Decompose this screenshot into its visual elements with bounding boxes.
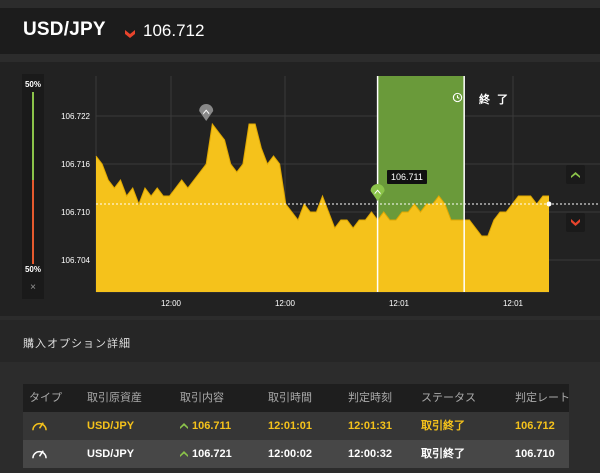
put-button[interactable] [566,213,585,232]
table-header: タイプ 取引原資産 取引内容 取引時間 判定時刻 ステータス 判定レート [23,384,570,412]
speedometer-icon [32,450,47,459]
clock-icon [452,92,463,103]
x-tick-label: 12:01 [503,299,524,308]
current-price-dot [546,201,552,207]
section-header: 購入オプション詳細 [0,320,600,362]
chevron-down-icon [125,30,135,38]
y-tick-label: 106.716 [61,160,90,169]
trading-page: USD/JPY 106.712 50% 50% × 106.722 106.716… [0,0,600,473]
map-pin-icon [199,104,214,121]
chevron-down-icon [571,219,580,226]
row-time: 12:01:01 [268,420,313,432]
row-content-value: 106.721 [192,448,232,460]
row-time: 12:00:02 [268,448,313,460]
table-row[interactable]: USD/JPY 106.711 12:01:01 12:01:31 取引終了 1… [23,412,569,440]
row-content-value: 106.711 [192,420,232,432]
y-tick-label: 106.722 [61,112,90,121]
speedometer-icon [32,422,47,431]
x-tick-label: 12:00 [161,299,182,308]
pair-title: USD/JPY [23,19,106,40]
header-rate: 判定レート [515,392,570,404]
chevron-up-icon [571,172,580,178]
chevron-up-icon [180,422,188,429]
row-rate: 106.712 [515,420,555,432]
table-row[interactable]: USD/JPY 106.721 12:00:02 12:00:32 取引終了 1… [23,440,569,468]
y-tick-label: 106.704 [61,256,90,265]
options-table: タイプ 取引原資産 取引内容 取引時間 判定時刻 ステータス 判定レート USD… [23,384,570,468]
chevron-up-icon [180,450,188,457]
header-asset: 取引原資産 [87,392,142,404]
price-area [96,124,549,292]
expiry-end-label: 終 了 [479,94,511,106]
row-status: 取引終了 [421,420,465,432]
row-asset: USD/JPY [87,448,135,460]
row-content: 106.721 [180,440,232,468]
section-title: 購入オプション詳細 [23,338,131,350]
header-judge-time: 判定時刻 [348,392,392,404]
row-judge-time: 12:01:31 [348,420,393,432]
header-content: 取引内容 [180,392,224,404]
call-button[interactable] [566,165,585,184]
x-tick-label: 12:01 [389,299,410,308]
current-price: 106.712 [143,21,205,40]
row-asset: USD/JPY [87,420,135,432]
trade-marker-pin [199,104,214,121]
header-status: ステータス [421,392,476,404]
row-rate: 106.710 [515,448,555,460]
x-tick-label: 12:00 [275,299,296,308]
row-content: 106.711 [180,412,231,440]
y-tick-label: 106.710 [61,208,90,217]
row-status: 取引終了 [421,448,465,460]
header-type: タイプ [29,392,62,404]
current-price-tag: 106.711 [387,170,427,184]
row-judge-time: 12:00:32 [348,448,393,460]
header-time: 取引時間 [268,392,312,404]
asset-header: USD/JPY 106.712 [0,8,600,54]
